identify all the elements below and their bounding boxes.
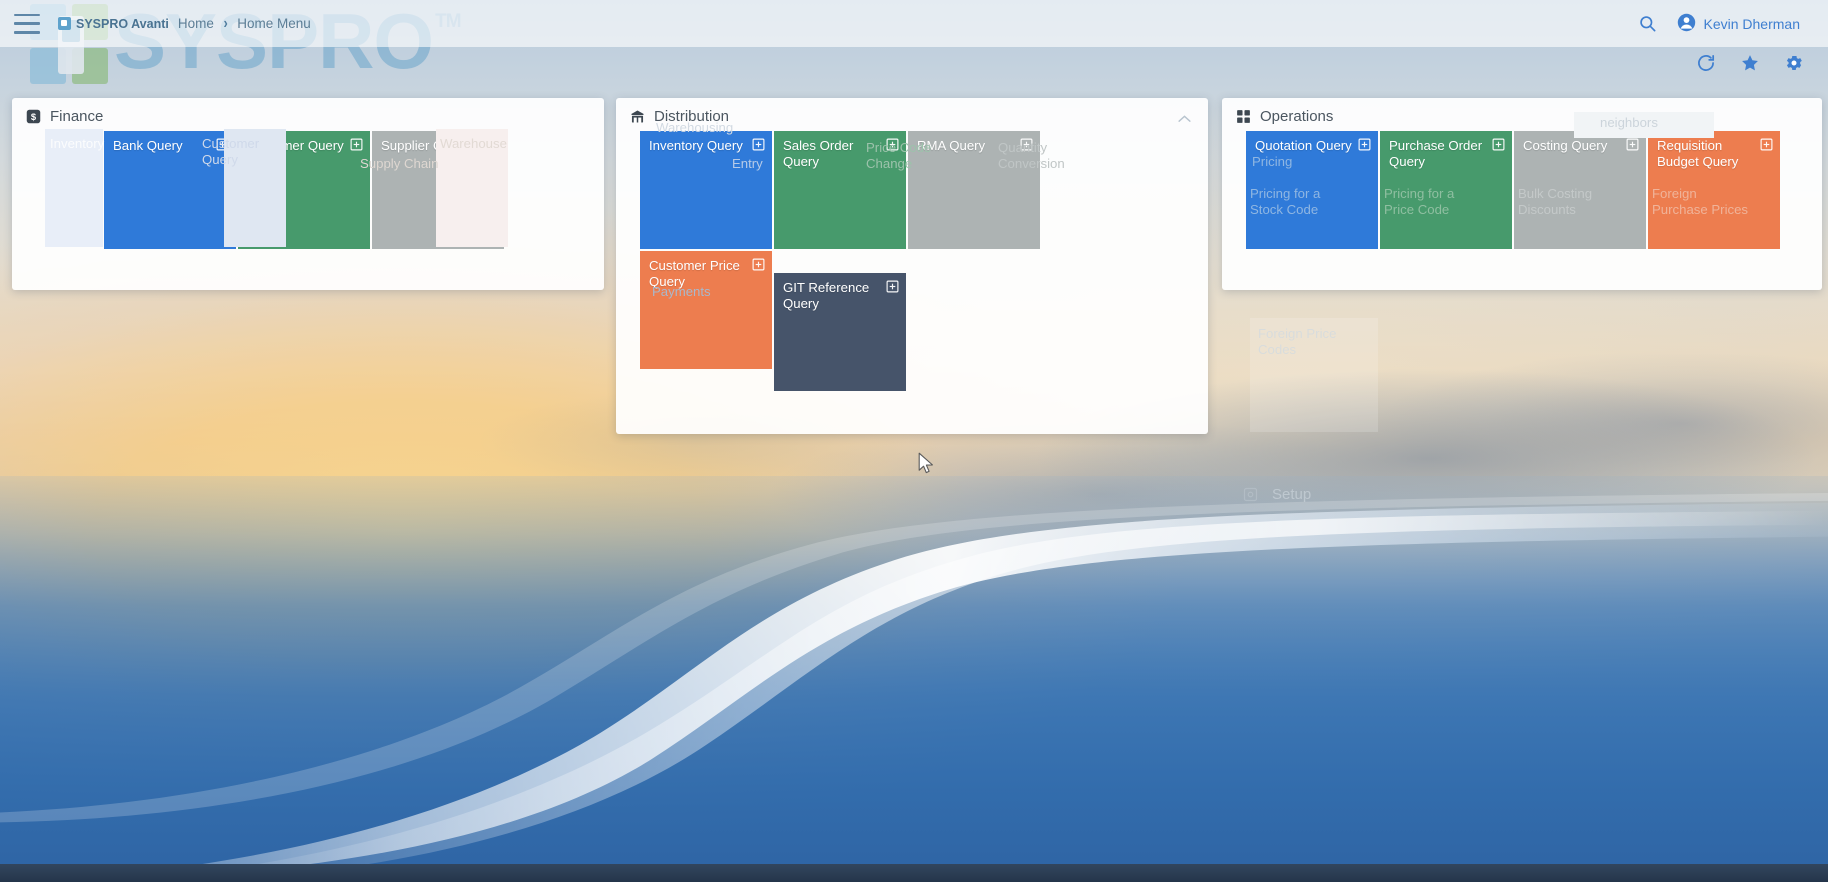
tile-purchase-order-query[interactable]: Purchase Order Query [1380, 131, 1512, 249]
panel-finance-tiles: Bank Query Customer Query Supplier Query [12, 131, 604, 263]
tile-sales-order-query[interactable]: Sales Order Query [774, 131, 906, 249]
tile-label: Sales Order Query [783, 138, 854, 170]
warehouse-icon [630, 109, 645, 124]
account-circle-icon [1677, 13, 1696, 35]
breadcrumb: SYSPRO Avanti Home › Home Menu [58, 15, 311, 33]
pin-tile-icon[interactable] [1626, 138, 1639, 151]
pin-tile-icon[interactable] [1358, 138, 1371, 151]
tile-rma-query[interactable]: RMA Query [908, 131, 1040, 249]
panel-finance: Inventory Customer Query Warehouse Suppl… [12, 98, 604, 290]
tile-customer-price-query[interactable]: Customer Price Query [640, 251, 772, 369]
pin-tile-icon[interactable] [1492, 138, 1505, 151]
panel-operations: neighbors Pricing Pricing for a Stock Co… [1222, 98, 1822, 290]
tile-quotation-query[interactable]: Quotation Query [1246, 131, 1378, 249]
panel-operations-tiles: Quotation Query Purchase Order Query Cos… [1222, 131, 1822, 263]
breadcrumb-brand-label: SYSPRO Avanti [76, 16, 169, 31]
tile-inventory-query[interactable]: Inventory Query [640, 131, 772, 249]
pin-tile-icon[interactable] [752, 138, 765, 151]
tile-costing-query[interactable]: Costing Query [1514, 131, 1646, 249]
gear-icon[interactable] [1784, 53, 1804, 73]
tile-label: Requisition Budget Query [1657, 138, 1739, 170]
tile-label: Supplier Query [381, 138, 469, 153]
star-icon[interactable] [1740, 53, 1760, 73]
svg-text:$: $ [31, 112, 37, 122]
hamburger-menu-icon[interactable] [14, 13, 40, 34]
tile-bank-query[interactable]: Bank Query [104, 131, 236, 249]
chevron-up-icon[interactable] [1177, 110, 1192, 128]
user-account-button[interactable]: Kevin Dherman [1677, 13, 1801, 35]
pin-tile-icon[interactable] [1020, 138, 1033, 151]
tile-label: Customer Query [247, 138, 344, 153]
tile-label: Bank Query [113, 138, 183, 153]
background-light-ribbon [0, 485, 1828, 882]
pin-tile-icon[interactable] [216, 138, 229, 151]
refresh-icon[interactable] [1696, 53, 1716, 73]
pin-tile-icon[interactable] [484, 138, 497, 151]
tile-label: Purchase Order Query [1389, 138, 1483, 170]
syspro-small-logo-icon [58, 17, 71, 30]
tile-requisition-budget-query[interactable]: Requisition Budget Query [1648, 131, 1780, 249]
tile-label: GIT Reference Query [783, 280, 870, 312]
tile-label: Quotation Query [1255, 138, 1352, 153]
breadcrumb-brand[interactable]: SYSPRO Avanti [58, 17, 169, 31]
chevron-right-icon: › [223, 14, 228, 32]
panel-operations-header: Operations [1222, 98, 1822, 131]
tile-git-reference-query[interactable]: GIT Reference Query [774, 273, 906, 391]
panel-distribution-header: Distribution [616, 98, 1208, 131]
app-root: SYSPROTM SYSPRO Avanti Home › Home Menu [0, 0, 1828, 882]
panel-distribution: Warehousing Entry Price Code Change Quan… [616, 98, 1208, 434]
tile-label: Costing Query [1523, 138, 1608, 153]
breadcrumb-item-home-menu[interactable]: Home Menu [237, 16, 311, 31]
toolbar-icon-row [1696, 47, 1814, 79]
bottom-status-bar [0, 864, 1828, 882]
panel-title: Distribution [654, 108, 730, 125]
pin-tile-icon[interactable] [886, 280, 899, 293]
user-name-label: Kevin Dherman [1703, 15, 1801, 32]
pin-tile-icon[interactable] [752, 258, 765, 271]
grid-squares-icon [1236, 109, 1251, 124]
pin-tile-icon[interactable] [886, 138, 899, 151]
panel-finance-header: $ Finance [12, 98, 604, 131]
panel-title: Finance [50, 108, 104, 125]
top-navigation-bar: SYSPRO Avanti Home › Home Menu Kevin Dhe… [0, 0, 1828, 47]
tile-supplier-query[interactable]: Supplier Query [372, 131, 504, 249]
dollar-square-icon: $ [26, 109, 41, 124]
panel-distribution-tiles: Inventory Query Sales Order Query RMA Qu… [616, 131, 1176, 405]
pin-tile-icon[interactable] [350, 138, 363, 151]
pin-tile-icon[interactable] [1760, 138, 1773, 151]
tile-label: RMA Query [917, 138, 986, 153]
panel-title: Operations [1260, 108, 1334, 125]
tile-customer-query[interactable]: Customer Query [238, 131, 370, 249]
search-icon[interactable] [1638, 14, 1657, 33]
topbar-right-group: Kevin Dherman [1638, 13, 1815, 35]
breadcrumb-item-home[interactable]: Home [178, 16, 214, 31]
tile-label: Customer Price Query [649, 258, 740, 290]
tile-label: Inventory Query [649, 138, 743, 153]
